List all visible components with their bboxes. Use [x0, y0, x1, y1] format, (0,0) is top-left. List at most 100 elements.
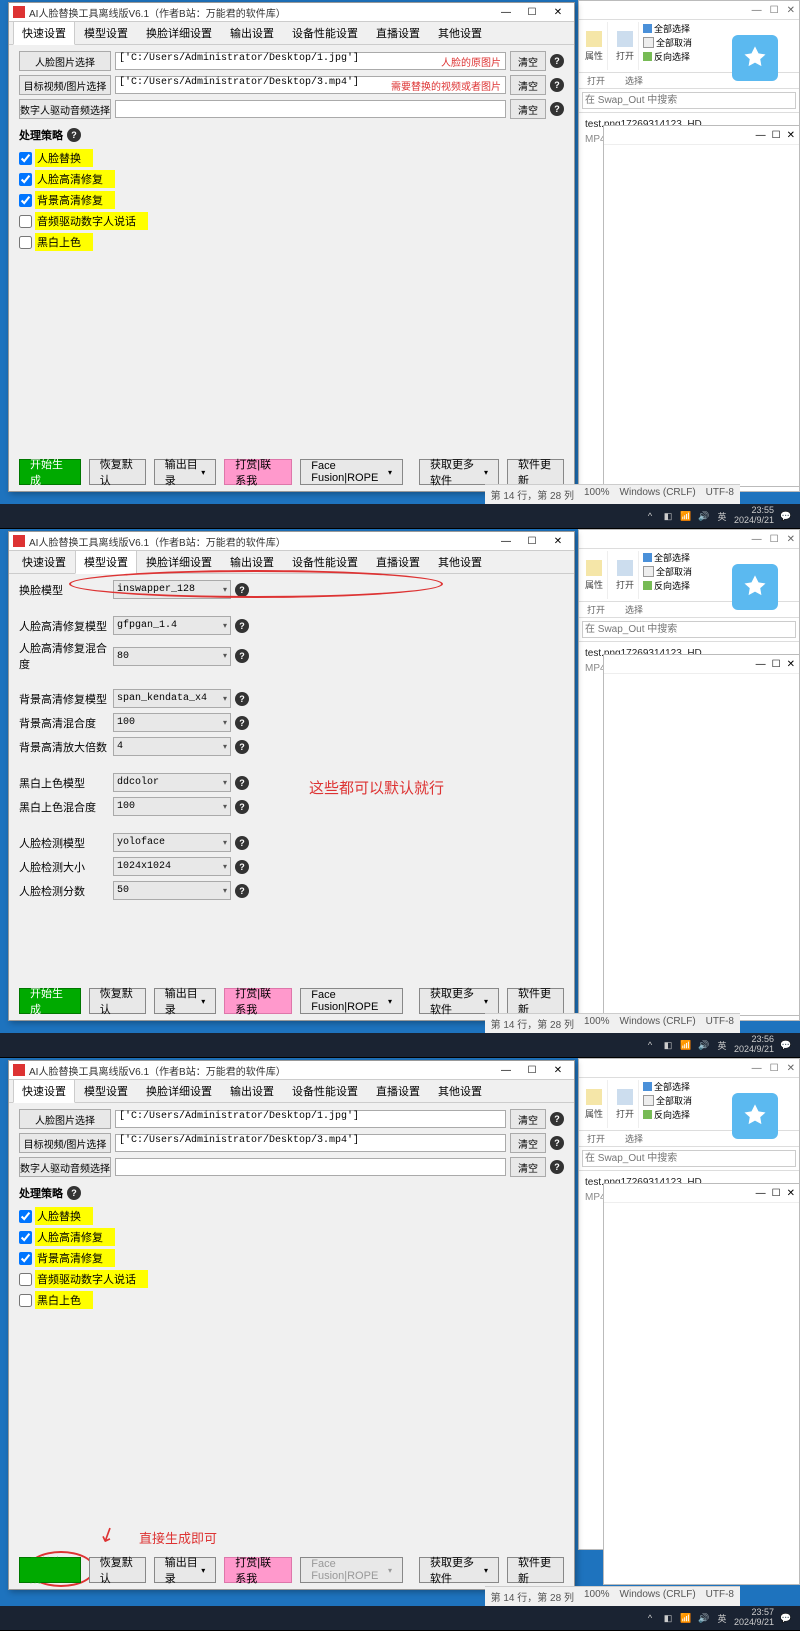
tab-live[interactable]: 直播设置: [367, 21, 429, 45]
reset-button[interactable]: 恢复默认: [89, 459, 146, 485]
clear-button[interactable]: 清空: [510, 51, 546, 71]
reset-button[interactable]: 恢复默认: [89, 1557, 146, 1583]
ribbon-select-all[interactable]: 全部选择: [643, 22, 692, 35]
minimize-icon[interactable]: —: [752, 5, 762, 16]
help-icon[interactable]: ?: [550, 54, 564, 68]
tab-other[interactable]: 其他设置: [429, 550, 491, 574]
desktop-app-icon[interactable]: [732, 35, 778, 81]
face-hd-mix-select[interactable]: 80: [113, 647, 231, 666]
clear-button[interactable]: 清空: [510, 1157, 546, 1177]
tab-device[interactable]: 设备性能设置: [283, 550, 367, 574]
tab-model[interactable]: 模型设置: [75, 1079, 137, 1103]
target-select-button[interactable]: 目标视频/图片选择: [19, 75, 111, 95]
ribbon-select-invert[interactable]: 反向选择: [643, 50, 692, 63]
clear-button[interactable]: 清空: [510, 1109, 546, 1129]
more-software-button[interactable]: 获取更多软件: [419, 1557, 499, 1583]
ribbon-select-none[interactable]: 全部取消: [643, 36, 692, 49]
chk-face-swap[interactable]: [19, 1210, 32, 1223]
bg-hd-scale-select[interactable]: 4: [113, 737, 231, 756]
swap-model-select[interactable]: inswapper_128: [113, 580, 231, 599]
chk-face-hd[interactable]: [19, 1231, 32, 1244]
tray-notification-icon[interactable]: 💬: [780, 510, 792, 522]
face-image-path[interactable]: ['C:/Users/Administrator/Desktop/1.jpg']: [115, 1110, 506, 1128]
tray-icon[interactable]: ◧: [662, 510, 674, 522]
chk-audio-drive[interactable]: [19, 1273, 32, 1286]
more-software-button[interactable]: 获取更多软件: [419, 459, 499, 485]
chk-colorize[interactable]: [19, 1294, 32, 1307]
audio-select-button[interactable]: 数字人驱动音频选择: [19, 1157, 111, 1177]
clear-button[interactable]: 清空: [510, 75, 546, 95]
bg-hd-mix-select[interactable]: 100: [113, 713, 231, 732]
clear-button[interactable]: 清空: [510, 99, 546, 119]
update-button[interactable]: 软件更新: [507, 988, 564, 1014]
update-button[interactable]: 软件更新: [507, 1557, 564, 1583]
tray-ime[interactable]: 英: [716, 510, 728, 522]
tray-volume-icon[interactable]: 🔊: [698, 510, 710, 522]
tab-model[interactable]: 模型设置: [75, 550, 137, 574]
donate-button[interactable]: 打赏|联系我: [224, 459, 292, 485]
tab-device[interactable]: 设备性能设置: [283, 1079, 367, 1103]
start-button[interactable]: 开始生成: [19, 1557, 81, 1583]
target-path[interactable]: ['C:/Users/Administrator/Desktop/3.mp4']: [115, 1134, 506, 1152]
close-icon[interactable]: ✕: [787, 5, 795, 16]
output-dir-button[interactable]: 输出目录: [154, 459, 217, 485]
ribbon-properties[interactable]: 属性: [581, 22, 608, 70]
chk-bg-hd[interactable]: [19, 1252, 32, 1265]
taskbar-clock[interactable]: 23:552024/9/21: [734, 506, 774, 526]
detect-score-select[interactable]: 50: [113, 881, 231, 900]
chk-face-hd[interactable]: [19, 173, 32, 186]
colorize-model-select[interactable]: ddcolor: [113, 773, 231, 792]
maximize-button[interactable]: ☐: [520, 5, 544, 19]
tab-output[interactable]: 输出设置: [221, 550, 283, 574]
reset-button[interactable]: 恢复默认: [89, 988, 146, 1014]
chk-audio-drive[interactable]: [19, 215, 32, 228]
donate-button[interactable]: 打赏|联系我: [224, 1557, 292, 1583]
donate-button[interactable]: 打赏|联系我: [224, 988, 292, 1014]
tab-live[interactable]: 直播设置: [367, 1079, 429, 1103]
ribbon-open[interactable]: 打开: [612, 22, 639, 70]
help-icon[interactable]: ?: [550, 78, 564, 92]
update-button[interactable]: 软件更新: [507, 459, 564, 485]
close-button[interactable]: ✕: [546, 5, 570, 19]
help-icon[interactable]: ?: [67, 128, 81, 142]
help-icon[interactable]: ?: [550, 102, 564, 116]
audio-path[interactable]: [115, 1158, 506, 1176]
search-input[interactable]: [582, 1150, 796, 1167]
detect-model-select[interactable]: yoloface: [113, 833, 231, 852]
tab-swap-detail[interactable]: 换脸详细设置: [137, 1079, 221, 1103]
chk-bg-hd[interactable]: [19, 194, 32, 207]
chk-colorize[interactable]: [19, 236, 32, 249]
face-image-select-button[interactable]: 人脸图片选择: [19, 1109, 111, 1129]
close-icon[interactable]: ✕: [787, 130, 795, 141]
tab-model[interactable]: 模型设置: [75, 21, 137, 45]
facefusion-button[interactable]: Face Fusion|ROPE: [300, 988, 403, 1014]
tab-other[interactable]: 其他设置: [429, 1079, 491, 1103]
bg-hd-model-select[interactable]: span_kendata_x4: [113, 689, 231, 708]
tab-other[interactable]: 其他设置: [429, 21, 491, 45]
colorize-mix-select[interactable]: 100: [113, 797, 231, 816]
tray-wifi-icon[interactable]: 📶: [680, 510, 692, 522]
tab-output[interactable]: 输出设置: [221, 1079, 283, 1103]
target-select-button[interactable]: 目标视频/图片选择: [19, 1133, 111, 1153]
target-path[interactable]: ['C:/Users/Administrator/Desktop/3.mp4']…: [115, 76, 506, 94]
output-dir-button[interactable]: 输出目录: [154, 1557, 217, 1583]
search-input[interactable]: [582, 621, 796, 638]
tab-swap-detail[interactable]: 换脸详细设置: [137, 550, 221, 574]
detect-size-select[interactable]: 1024x1024: [113, 857, 231, 876]
start-button[interactable]: 开始生成: [19, 459, 81, 485]
start-button[interactable]: 开始生成: [19, 988, 81, 1014]
minimize-icon[interactable]: —: [756, 130, 766, 141]
audio-select-button[interactable]: 数字人驱动音频选择: [19, 99, 111, 119]
tab-quick[interactable]: 快速设置: [13, 550, 75, 574]
tab-live[interactable]: 直播设置: [367, 550, 429, 574]
clear-button[interactable]: 清空: [510, 1133, 546, 1153]
chk-face-swap[interactable]: [19, 152, 32, 165]
desktop-app-icon[interactable]: [732, 564, 778, 610]
tab-swap-detail[interactable]: 换脸详细设置: [137, 21, 221, 45]
tab-output[interactable]: 输出设置: [221, 21, 283, 45]
more-software-button[interactable]: 获取更多软件: [419, 988, 499, 1014]
maximize-icon[interactable]: ☐: [770, 5, 779, 16]
minimize-button[interactable]: —: [494, 5, 518, 19]
desktop-app-icon[interactable]: [732, 1093, 778, 1139]
output-dir-button[interactable]: 输出目录: [154, 988, 217, 1014]
